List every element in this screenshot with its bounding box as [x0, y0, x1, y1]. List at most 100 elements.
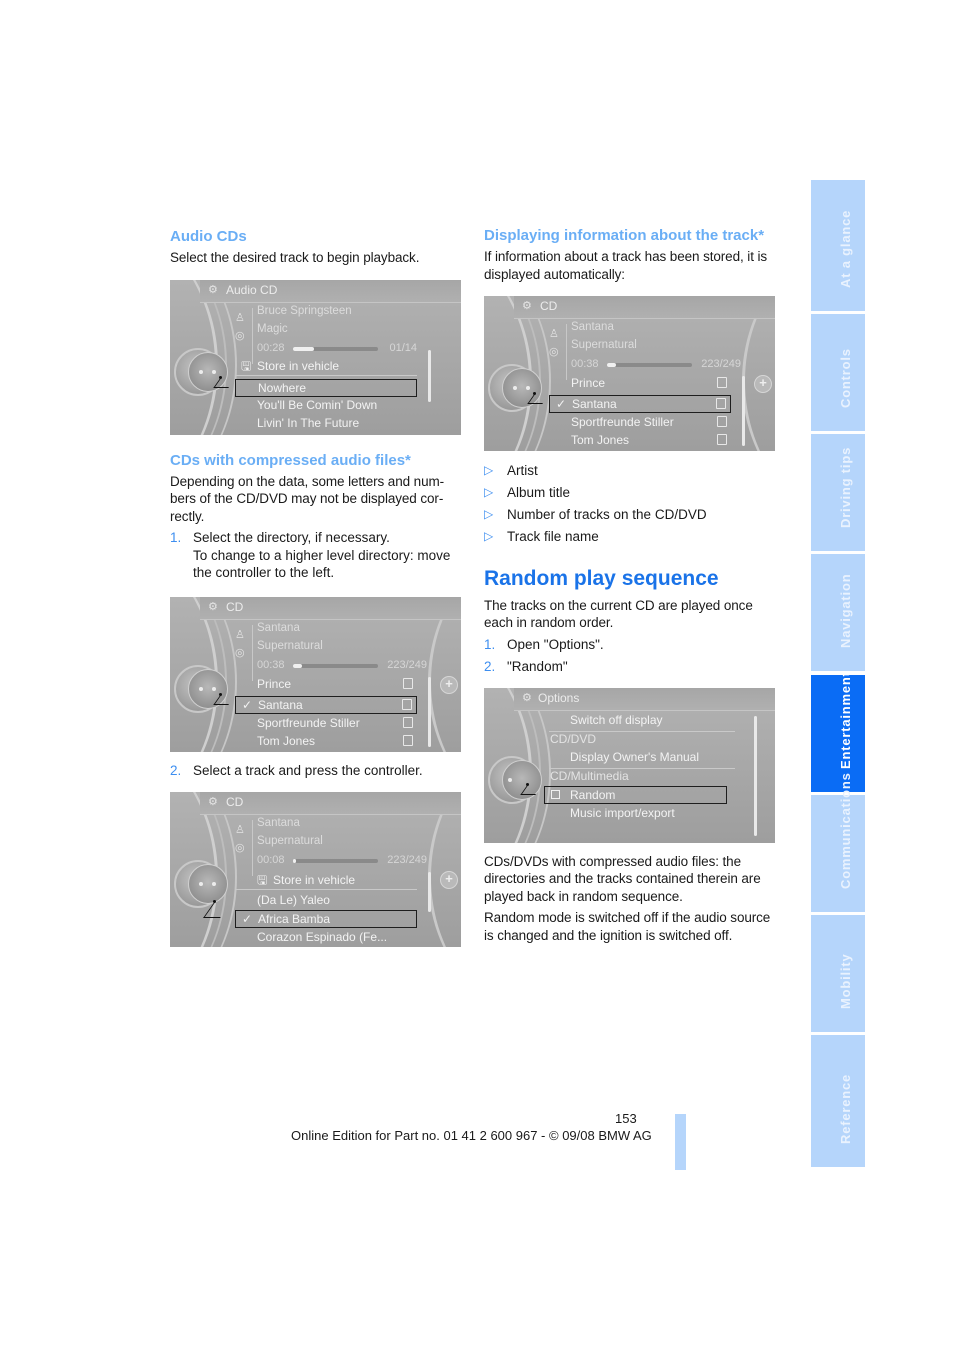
progress-bar: [607, 363, 692, 367]
idrive-screen-cd-directory: ⚙ CD ♙ ◎ Santana Supernatural 00:38 223/…: [170, 596, 461, 752]
album-icon: ◎: [235, 329, 245, 342]
scrollbar[interactable]: [428, 349, 431, 402]
random-play-text: The tracks on the current CD are played …: [484, 597, 753, 631]
folder-icon: [717, 434, 727, 445]
elapsed-time: 00:28: [257, 341, 285, 354]
scrollbar[interactable]: [428, 872, 431, 912]
checkmark-icon: ✓: [242, 697, 253, 712]
random-step-1: 1. Open "Options".: [484, 636, 604, 652]
artist-name: Bruce Springsteen: [257, 304, 352, 317]
tab-controls[interactable]: Controls: [811, 314, 865, 431]
progress-bar: [293, 346, 378, 351]
album-name: Supernatural: [257, 639, 323, 652]
plus-icon[interactable]: +: [440, 675, 458, 694]
scrollbar[interactable]: [754, 715, 757, 836]
list-item[interactable]: 🖫 Store in vehicle: [235, 872, 417, 890]
list-item[interactable]: You'll Be Comin' Down: [235, 397, 417, 414]
screen-title: Options: [538, 690, 580, 705]
random-note-1: CDs/DVDs with compressed audio files: th…: [484, 853, 761, 904]
bullet-item: ▷ Artist: [484, 463, 538, 478]
list-item[interactable]: Sportfreunde Stiller: [235, 715, 417, 732]
artist-icon: ♙: [235, 824, 245, 836]
artist-name: Santana: [257, 817, 300, 829]
options-icon: ⚙: [208, 283, 218, 296]
random-note-2: Random mode is switched off if the audio…: [484, 910, 771, 943]
list-item[interactable]: Livin' In The Future: [235, 415, 417, 432]
screen-title: CD: [540, 299, 558, 313]
checkmark-icon: ✓: [242, 912, 253, 926]
plus-icon[interactable]: +: [440, 871, 458, 889]
album-icon: ◎: [235, 842, 245, 854]
list-item-selected[interactable]: ✓ Santana: [235, 695, 417, 714]
folder-icon: [402, 698, 412, 710]
list-item[interactable]: (Da Le) Yaleo: [235, 892, 417, 909]
compressed-text: Depending on the data, some letters and …: [170, 473, 445, 524]
album-icon: ◎: [549, 346, 559, 358]
idrive-screen-options: ⚙ Options Switch off display CD/DVD Disp…: [484, 687, 775, 843]
list-item[interactable]: Corazon Espinado (Fe...: [235, 929, 417, 946]
options-icon: ⚙: [208, 600, 218, 613]
page-number: 153: [615, 1111, 637, 1126]
floppy-disk-icon: 🖫: [241, 358, 252, 373]
album-name: Magic: [257, 322, 288, 335]
tab-communications[interactable]: Communications: [811, 772, 865, 912]
display-info-text: If information about a track has been st…: [484, 249, 768, 282]
list-item-selected[interactable]: ✓ Africa Bamba: [235, 910, 417, 928]
list-item[interactable]: Tom Jones: [549, 432, 731, 449]
list-item[interactable]: 🖫 Store in vehicle: [235, 358, 417, 376]
list-item[interactable]: Prince: [235, 676, 417, 693]
list-item-selected[interactable]: ✓ Santana: [549, 395, 731, 413]
bullet-item: ▷ Track file name: [484, 529, 599, 544]
screen-title: CD: [226, 795, 244, 809]
plus-icon[interactable]: +: [754, 375, 772, 393]
folder-icon: [717, 416, 727, 427]
elapsed-time: 00:38: [257, 658, 285, 671]
screen-title: CD: [226, 599, 244, 614]
audio-cds-heading: Audio CDs: [170, 228, 247, 245]
menu-category-cd-multimedia: CD/Multimedia: [550, 768, 629, 783]
idrive-screen-audio-cd: ⚙ Audio CD ♙ ◎ Bruce Springsteen Magic 0…: [170, 279, 461, 435]
folder-icon: [403, 734, 413, 746]
menu-item-display-owners-manual[interactable]: Display Owner's Manual: [570, 750, 699, 764]
footer-edition-text: Online Edition for Part no. 01 41 2 600 …: [291, 1128, 652, 1143]
folder-icon: [403, 677, 413, 689]
info-bullet-list: ▷ Artist ▷ Album title ▷ Number of tracks o…: [484, 462, 776, 546]
tab-at-a-glance[interactable]: At a glance: [811, 180, 865, 311]
idrive-screen-cd-tracks: ⚙ CD ♙ ◎ Santana Supernatural 00:08 223/…: [170, 792, 461, 947]
folder-icon: [717, 377, 727, 388]
screen-title: Audio CD: [226, 282, 278, 297]
left-column: Audio CDs Select the desired track to be…: [170, 228, 462, 947]
menu-item-switch-off-display[interactable]: Switch off display: [570, 713, 663, 727]
checkmark-icon: ✓: [556, 397, 567, 411]
menu-item-random[interactable]: Random: [544, 785, 727, 804]
menu-item-music-import-export[interactable]: Music import/export: [570, 806, 675, 820]
bullet-item: ▷ Number of tracks on the CD/DVD: [484, 507, 707, 522]
tab-mobility[interactable]: Mobility: [811, 915, 865, 1032]
tab-reference[interactable]: Reference: [811, 1035, 865, 1167]
folder-icon: [403, 716, 413, 728]
list-item[interactable]: Sportfreunde Stiller: [549, 414, 731, 431]
display-info-heading: Displaying information about the track*: [484, 227, 765, 244]
compressed-heading: CDs with compressed audio files*: [170, 451, 411, 469]
track-count: 01/14: [389, 341, 417, 354]
elapsed-time: 00:08: [257, 854, 285, 866]
tab-driving-tips[interactable]: Driving tips: [811, 434, 865, 551]
scrollbar[interactable]: [428, 676, 431, 747]
scrollbar[interactable]: [742, 376, 745, 446]
random-step-2: 2. "Random": [484, 659, 568, 674]
artist-icon: ♙: [235, 628, 245, 641]
triangle-bullet-icon: ▷: [484, 463, 494, 477]
artist-icon: ♙: [235, 311, 245, 324]
idrive-screen-track-info: ⚙ CD ♙ ◎ Santana Supernatural 00:38 223/…: [484, 296, 775, 451]
track-count: 223/249: [387, 854, 427, 866]
right-column: Displaying information about the track* …: [484, 228, 776, 948]
triangle-bullet-icon: ▷: [484, 529, 494, 543]
tab-navigation[interactable]: Navigation: [811, 554, 865, 671]
menu-category-cd-dvd: CD/DVD: [550, 731, 597, 746]
list-item-selected[interactable]: Nowhere: [235, 378, 417, 397]
triangle-bullet-icon: ▷: [484, 485, 494, 499]
list-item[interactable]: Prince: [549, 375, 731, 392]
checkbox-icon[interactable]: [551, 789, 560, 799]
folder-icon: [716, 398, 726, 409]
list-item[interactable]: Tom Jones: [235, 733, 417, 750]
